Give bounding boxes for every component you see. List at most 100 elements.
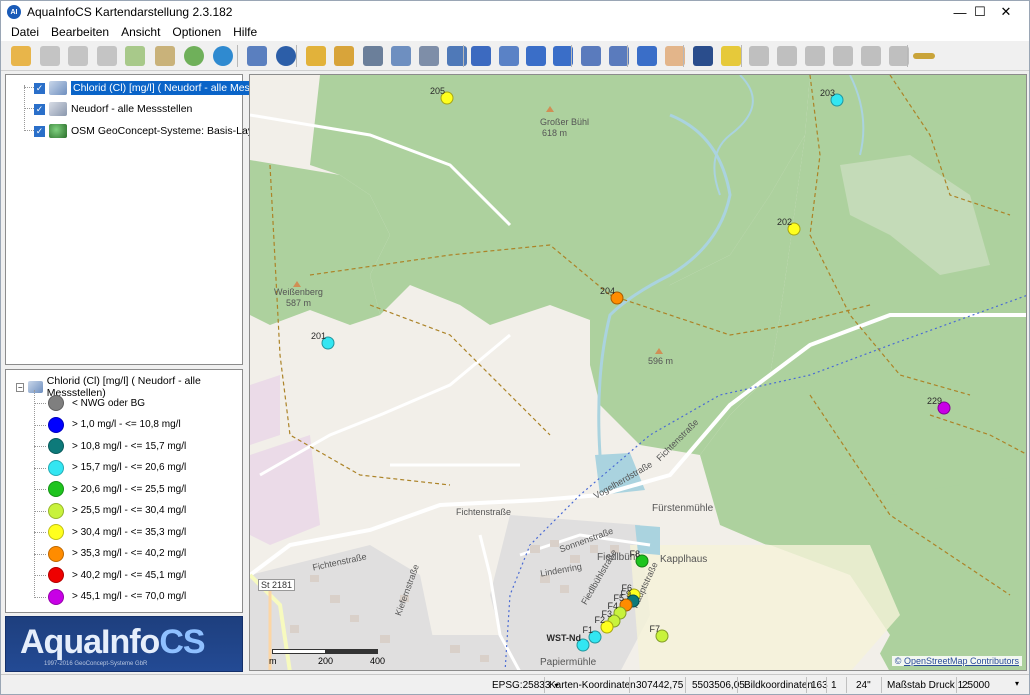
- legend-color-swatch: [48, 459, 64, 476]
- toolbar-separator: [296, 45, 297, 67]
- ruler-button[interactable]: [911, 44, 935, 68]
- legend-color-swatch: [48, 588, 64, 605]
- info-query-icon: [805, 46, 825, 66]
- legend-color-swatch: [48, 395, 64, 411]
- legend-color-swatch: [48, 481, 64, 497]
- legend-color-swatch: [48, 567, 64, 583]
- document-icon: [247, 46, 267, 66]
- layer-item-osm[interactable]: ✓ OSM GeoConcept-Systeme: Basis-Layer: o…: [20, 122, 288, 140]
- measurement-point-label: 202: [776, 217, 792, 227]
- legend-item: > 10,8 mg/l - <= 15,7 mg/l: [48, 437, 186, 455]
- print-button[interactable]: [417, 44, 441, 68]
- layer-move-up-button[interactable]: [66, 44, 90, 68]
- measurement-layer-icon: [28, 381, 43, 393]
- save-button[interactable]: [332, 44, 356, 68]
- measurement-layer-icon: [49, 81, 67, 95]
- map-label-grosser-buehl-height: 618 m: [542, 128, 568, 138]
- legend-item-label: > 20,6 mg/l - <= 25,5 mg/l: [72, 483, 187, 495]
- copy-map-button[interactable]: [445, 44, 469, 68]
- filter-edit-button[interactable]: [775, 44, 799, 68]
- menu-bearbeiten[interactable]: Bearbeiten: [51, 25, 109, 39]
- save-icon: [334, 46, 354, 66]
- export-button[interactable]: [361, 44, 385, 68]
- layer-checkbox[interactable]: ✓: [34, 125, 45, 137]
- info-query-button[interactable]: [803, 44, 827, 68]
- zoom-extent-button[interactable]: [469, 44, 493, 68]
- legend-color-swatch: [48, 545, 64, 562]
- title-bar: AI AquaInfoCS Kartendarstellung 2.3.182 …: [1, 1, 1029, 23]
- menu-hilfe[interactable]: Hilfe: [233, 25, 257, 39]
- close-button[interactable]: ✕: [983, 1, 1029, 23]
- legend-panel: − Chlorid (Cl) [mg/l] ( Neudorf - alle M…: [5, 369, 243, 613]
- layer-item-neudorf[interactable]: ✓ Neudorf - alle Messstellen: [20, 100, 192, 118]
- layer-relief-button[interactable]: [153, 44, 177, 68]
- legend-item: > 40,2 mg/l - <= 45,1 mg/l: [48, 566, 186, 584]
- undo-view-button[interactable]: [579, 44, 603, 68]
- copy-map-icon: [447, 46, 467, 66]
- folder-open-button[interactable]: [304, 44, 328, 68]
- layer-remove-button[interactable]: [38, 44, 62, 68]
- layer-add-button[interactable]: [9, 44, 33, 68]
- print-preview-icon: [391, 46, 411, 66]
- layer-checkbox[interactable]: ✓: [34, 103, 45, 115]
- menu-bar: Datei Bearbeiten Ansicht Optionen Hilfe: [1, 23, 1029, 41]
- menu-datei[interactable]: Datei: [11, 25, 39, 39]
- info-icon: [276, 46, 296, 66]
- map-label-kapplhaus: Kapplhaus: [660, 554, 708, 565]
- crosshair-button[interactable]: [635, 44, 659, 68]
- zoom-in-button[interactable]: [524, 44, 548, 68]
- legend-item: > 1,0 mg/l - <= 10,8 mg/l: [48, 416, 181, 434]
- layer-map-button[interactable]: [123, 44, 147, 68]
- map-label-weissenberg-height: 587 m: [286, 298, 312, 308]
- pipette-icon: [833, 46, 853, 66]
- pipette-button[interactable]: [831, 44, 855, 68]
- layer-checkbox[interactable]: ✓: [34, 82, 45, 94]
- ruler-icon: [913, 53, 935, 59]
- map-label-grosser-buehl: Großer Bühl: [540, 117, 590, 127]
- aquainfocs-logo: AquaInfoCS 1997-2016 GeoConcept-Systeme …: [5, 616, 243, 672]
- measurement-point-label: F2: [594, 615, 605, 625]
- flask-button[interactable]: [859, 44, 883, 68]
- map-label-papiermuehle: Papiermühle: [540, 657, 597, 668]
- zoom-window-button[interactable]: [497, 44, 521, 68]
- legend-color-swatch: [48, 524, 64, 540]
- toolbar-separator: [463, 45, 464, 67]
- globe-button[interactable]: [182, 44, 206, 68]
- filter-icon: [749, 46, 769, 66]
- coord-mode: Karten-Koordinaten: [549, 679, 636, 691]
- world-icon: [213, 46, 233, 66]
- collapse-icon[interactable]: −: [16, 382, 25, 392]
- dropdown-arrow-icon[interactable]: ▾: [1015, 679, 1019, 688]
- info-button[interactable]: [274, 44, 298, 68]
- measurement-point-label: F1: [582, 625, 593, 635]
- legend-color-swatch: [48, 416, 64, 433]
- legend-item-label: > 45,1 mg/l - <= 70,0 mg/l: [72, 591, 187, 602]
- window-title: AquaInfoCS Kartendarstellung 2.3.182: [27, 5, 233, 19]
- undo-view-icon: [581, 46, 601, 66]
- legend-color-swatch: [48, 438, 64, 454]
- target-button[interactable]: [719, 44, 743, 68]
- menu-ansicht[interactable]: Ansicht: [121, 25, 160, 39]
- measurement-point-label: F8: [629, 549, 640, 559]
- status-bar: EPSG:25833 ▾ Karten-Koordinaten 307442,75…: [1, 674, 1029, 694]
- app-icon: AI: [7, 5, 21, 19]
- measurement-point-label: 204: [599, 286, 615, 296]
- map-view[interactable]: Großer Bühl 618 m Weißenberg 587 m 596 m…: [249, 74, 1027, 671]
- legend-item-label: > 25,5 mg/l - <= 30,4 mg/l: [72, 505, 187, 516]
- osm-attribution-link[interactable]: OpenStreetMap Contributors: [904, 656, 1019, 666]
- layer-move-down-button[interactable]: [95, 44, 119, 68]
- coord-x: 307442,75: [636, 679, 684, 691]
- osm-attribution: © OpenStreetMap Contributors: [891, 656, 1022, 666]
- select-pointer-button[interactable]: [691, 44, 715, 68]
- menu-optionen[interactable]: Optionen: [172, 25, 221, 39]
- layer-move-down-icon: [97, 46, 117, 66]
- measurement-point-label: F7: [649, 624, 660, 634]
- layer-label: Neudorf - alle Messstellen: [71, 103, 193, 115]
- print-preview-button[interactable]: [389, 44, 413, 68]
- filter-button[interactable]: [747, 44, 771, 68]
- coord-y: 5503506,05: [692, 679, 745, 691]
- target-icon: [721, 46, 741, 66]
- world-button[interactable]: [211, 44, 235, 68]
- print-scale-value[interactable]: 25000: [959, 677, 993, 693]
- document-button[interactable]: [245, 44, 269, 68]
